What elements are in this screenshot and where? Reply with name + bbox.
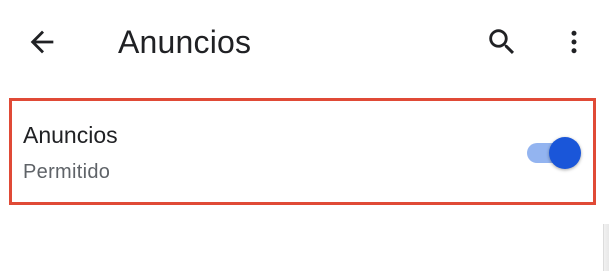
page-title: Anuncios [118, 24, 252, 60]
app-bar: Anuncios [0, 0, 609, 84]
more-vert-icon [571, 30, 577, 54]
arrow-back-icon [30, 30, 54, 54]
scroll-edge [603, 224, 609, 271]
ads-setting-row[interactable]: Anuncios Permitido [9, 98, 596, 205]
setting-status: Permitido [23, 161, 111, 183]
toggle-thumb [549, 137, 581, 169]
more-options-button[interactable] [552, 20, 596, 64]
search-button[interactable] [478, 20, 526, 64]
search-icon [489, 29, 515, 55]
back-button[interactable] [18, 20, 66, 64]
site-settings-ads-page: Anuncios Anuncios Permitido [0, 0, 609, 271]
ads-toggle-switch[interactable] [523, 137, 583, 169]
setting-title: Anuncios [23, 122, 118, 148]
